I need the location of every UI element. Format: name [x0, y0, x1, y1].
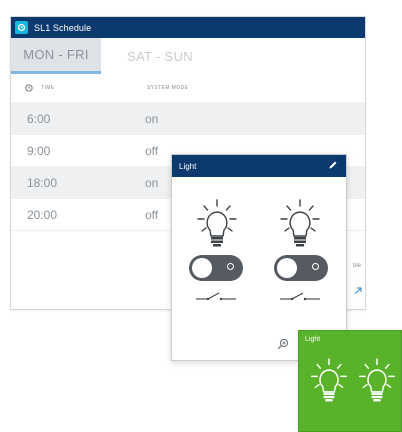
light-panel-title: Light [179, 161, 197, 171]
pencil-icon[interactable] [328, 160, 338, 172]
row-time: 20:00 [27, 207, 58, 222]
tab-mon-fri[interactable]: MON - FRI [11, 38, 101, 74]
row-time: 6:00 [27, 111, 51, 126]
light-toggle-switch[interactable] [189, 255, 243, 281]
row-mode: off [145, 207, 159, 222]
zoom-in-icon[interactable] [277, 338, 289, 350]
light-tile-title: Light [305, 336, 321, 343]
column-header-system-mode: SYSTEM MODE [147, 85, 189, 91]
switch-symbol-icon [280, 292, 320, 301]
expand-icon[interactable] [354, 282, 362, 300]
schedule-partial-label: ble [353, 263, 362, 269]
lightbulb-icon [311, 358, 347, 402]
tab-sat-sun[interactable]: SAT - SUN [115, 38, 205, 74]
lightbulb-icon [280, 199, 320, 247]
column-header-time: TIME [41, 85, 55, 91]
light-panel-header: Light [172, 155, 346, 177]
lightbulb-icon [359, 358, 395, 402]
row-mode: off [145, 143, 159, 158]
light-toggle-switch[interactable] [274, 255, 328, 281]
schedule-title: SL1 Schedule [34, 22, 92, 33]
power-off-indicator-icon [227, 263, 234, 270]
switch-symbol-icon [196, 292, 236, 301]
day-tabs: MON - FRI SAT - SUN [11, 38, 365, 74]
schedule-header: SL1 Schedule [11, 17, 365, 38]
light-tile[interactable]: Light [298, 330, 402, 432]
lightbulb-icon [197, 199, 237, 247]
row-time: 9:00 [27, 143, 51, 158]
row-mode: on [145, 175, 159, 190]
schedule-row[interactable]: 6:00 on [11, 103, 365, 135]
column-header-row: TIME SYSTEM MODE [11, 74, 365, 103]
row-time: 18:00 [27, 175, 58, 190]
toggle-knob [192, 258, 212, 278]
clock-icon [25, 84, 33, 92]
schedule-app-icon [15, 21, 28, 34]
power-off-indicator-icon [312, 263, 319, 270]
toggle-knob [277, 258, 297, 278]
row-mode: on [145, 111, 159, 126]
